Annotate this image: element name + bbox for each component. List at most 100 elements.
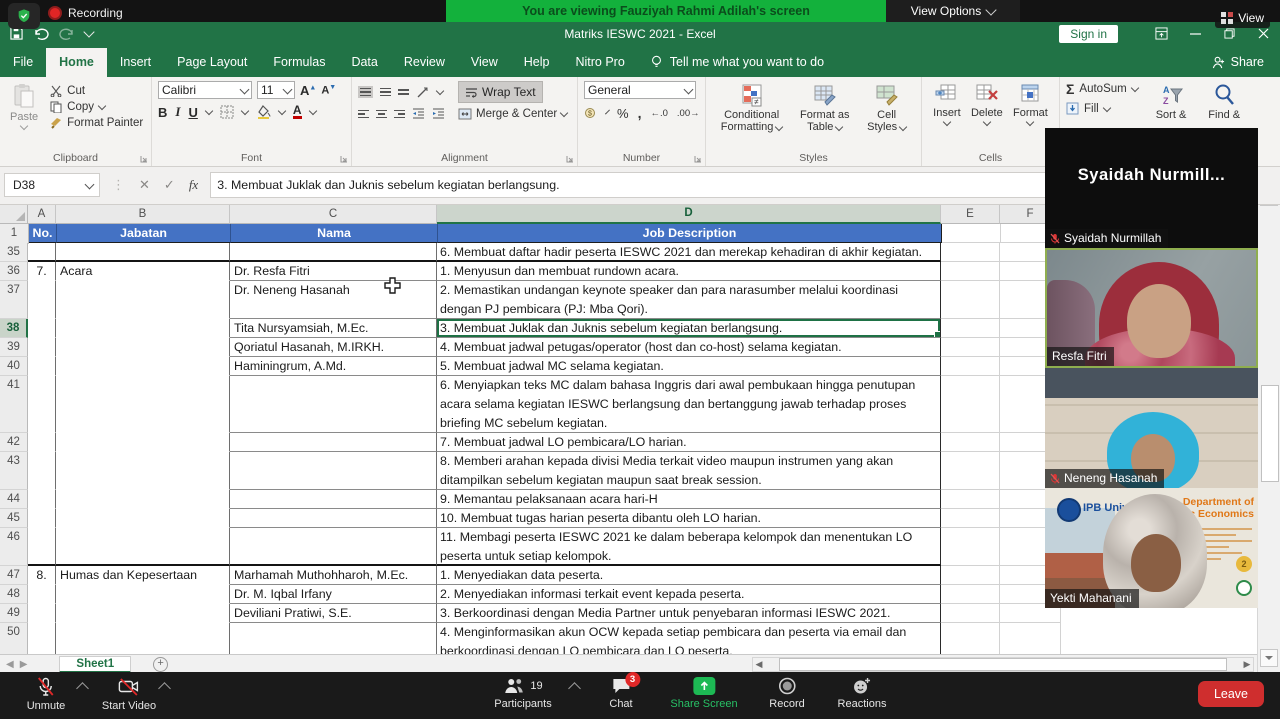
cell-A40[interactable] [28, 357, 56, 376]
cell-D45[interactable]: 10. Membuat tugas harian peserta dibantu… [437, 509, 941, 528]
name-box[interactable]: D38 [4, 173, 100, 197]
cell-B43[interactable] [56, 452, 230, 490]
cell-C46[interactable] [230, 528, 437, 566]
column-header-b[interactable]: B [56, 204, 230, 224]
paste-button[interactable]: Paste [6, 81, 42, 131]
video-tile-resfa[interactable]: Resfa Fitri [1045, 248, 1258, 368]
cell-A35[interactable] [28, 243, 56, 262]
tab-file[interactable]: File [0, 48, 46, 77]
tab-data[interactable]: Data [338, 48, 390, 77]
cell-D40[interactable]: 5. Membuat jadwal MC selama kegiatan. [437, 357, 941, 376]
autosum-button[interactable]: Σ AutoSum [1066, 81, 1138, 97]
cell-C47[interactable]: Marhamah Muthohharoh, M.Ec. [230, 566, 437, 585]
conditional-formatting-button[interactable]: ≠ ConditionalFormatting [717, 81, 787, 135]
sheet-nav-right-icon[interactable]: ▶ [20, 659, 28, 670]
cell-E46[interactable] [941, 528, 1000, 566]
start-video-button[interactable]: Start Video [102, 677, 156, 712]
cell-A42[interactable] [28, 433, 56, 452]
cell-E44[interactable] [941, 490, 1000, 509]
fill-button[interactable]: Fill [1066, 102, 1138, 115]
row-header-48[interactable]: 48 [0, 585, 28, 604]
decrease-indent-icon[interactable] [412, 108, 425, 120]
cell-B45[interactable] [56, 509, 230, 528]
row-header-35[interactable]: 35 [0, 243, 28, 262]
cell-B48[interactable] [56, 585, 230, 604]
leave-button[interactable]: Leave [1198, 681, 1264, 707]
decrease-decimal-button[interactable]: .00→ [677, 108, 700, 119]
number-format-combo[interactable]: General [584, 81, 696, 99]
cell-D38[interactable]: 3. Membuat Juklak dan Juknis sebelum keg… [437, 319, 941, 338]
bold-button[interactable]: B [158, 105, 167, 120]
accounting-format-icon[interactable]: $ [584, 107, 598, 120]
align-middle-button[interactable] [380, 88, 391, 97]
enter-icon[interactable]: ✓ [164, 177, 175, 193]
row-header-44[interactable]: 44 [0, 490, 28, 509]
alignment-dialog-launcher-icon[interactable] [566, 155, 574, 163]
cell-A46[interactable] [28, 528, 56, 566]
cell-C35[interactable] [230, 243, 437, 262]
cell-E38[interactable] [941, 319, 1000, 338]
cell-D39[interactable]: 4. Membuat jadwal petugas/operator (host… [437, 338, 941, 357]
format-cells-button[interactable]: Format [1009, 81, 1052, 127]
tab-page-layout[interactable]: Page Layout [164, 48, 260, 77]
cell-A39[interactable] [28, 338, 56, 357]
font-name-combo[interactable]: Calibri [158, 81, 252, 99]
hscroll-left-icon[interactable]: ◀ [753, 659, 765, 670]
align-center-button[interactable] [376, 110, 387, 119]
cut-button[interactable]: Cut [50, 85, 143, 97]
column-header-d[interactable]: D [437, 204, 941, 224]
unmute-options-icon[interactable] [76, 682, 89, 695]
row-header-46[interactable]: 46 [0, 528, 28, 566]
row-header-42[interactable]: 42 [0, 433, 28, 452]
cell-D44[interactable]: 9. Memantau pelaksanaan acara hari-H [437, 490, 941, 509]
customize-quick-access-icon[interactable] [83, 26, 94, 37]
insert-cells-button[interactable]: Insert [929, 81, 965, 127]
cell-E42[interactable] [941, 433, 1000, 452]
redo-icon[interactable] [59, 28, 75, 40]
vscroll-thumb[interactable] [1261, 385, 1279, 482]
row-header-43[interactable]: 43 [0, 452, 28, 490]
cell-B47[interactable]: Humas dan Kepesertaan [56, 566, 230, 585]
italic-button[interactable]: I [175, 104, 180, 120]
row-header-41[interactable]: 41 [0, 376, 28, 433]
row-header-47[interactable]: 47 [0, 566, 28, 585]
cell-E40[interactable] [941, 357, 1000, 376]
header-nama[interactable]: Nama [231, 224, 438, 243]
cell-A43[interactable] [28, 452, 56, 490]
column-header-c[interactable]: C [230, 204, 437, 224]
ribbon-display-options-icon[interactable] [1144, 22, 1178, 45]
video-options-icon[interactable] [158, 682, 171, 695]
add-sheet-button[interactable]: + [153, 657, 168, 672]
cell-C50[interactable] [230, 623, 437, 654]
format-as-table-button[interactable]: Format asTable [796, 81, 854, 135]
cell-E45[interactable] [941, 509, 1000, 528]
align-top-button[interactable] [358, 86, 373, 99]
cell-C45[interactable] [230, 509, 437, 528]
cell-C37[interactable]: Dr. Neneng Hasanah [230, 281, 437, 319]
security-shield-button[interactable] [8, 3, 40, 29]
cell-E36[interactable] [941, 262, 1000, 281]
align-bottom-button[interactable] [398, 89, 409, 94]
sheet-nav-left-icon[interactable]: ◀ [6, 659, 14, 670]
cell-A41[interactable] [28, 376, 56, 433]
undo-icon[interactable] [33, 28, 49, 40]
cell-D46[interactable]: 11. Membagi peserta IESWC 2021 ke dalam … [437, 528, 941, 566]
orientation-icon[interactable] [416, 85, 430, 99]
format-painter-button[interactable]: Format Painter [50, 117, 143, 129]
participants-options-icon[interactable] [568, 682, 581, 695]
font-color-button[interactable]: A [293, 105, 302, 119]
header-no[interactable]: No. [29, 224, 57, 243]
font-size-combo[interactable]: 11 [257, 81, 295, 99]
select-all-button[interactable] [0, 204, 28, 224]
cell-B44[interactable] [56, 490, 230, 509]
cell-B50[interactable] [56, 623, 230, 654]
cell-C41[interactable] [230, 376, 437, 433]
row-header-49[interactable]: 49 [0, 604, 28, 623]
header-jabatan[interactable]: Jabatan [57, 224, 231, 243]
row-header-36[interactable]: 36 [0, 262, 28, 281]
cell-B39[interactable] [56, 338, 230, 357]
hscroll-thumb[interactable] [779, 658, 1227, 671]
borders-icon[interactable] [220, 105, 234, 119]
cell-E49[interactable] [941, 604, 1000, 623]
cell-D50[interactable]: 4. Menginformasikan akun OCW kepada seti… [437, 623, 941, 654]
